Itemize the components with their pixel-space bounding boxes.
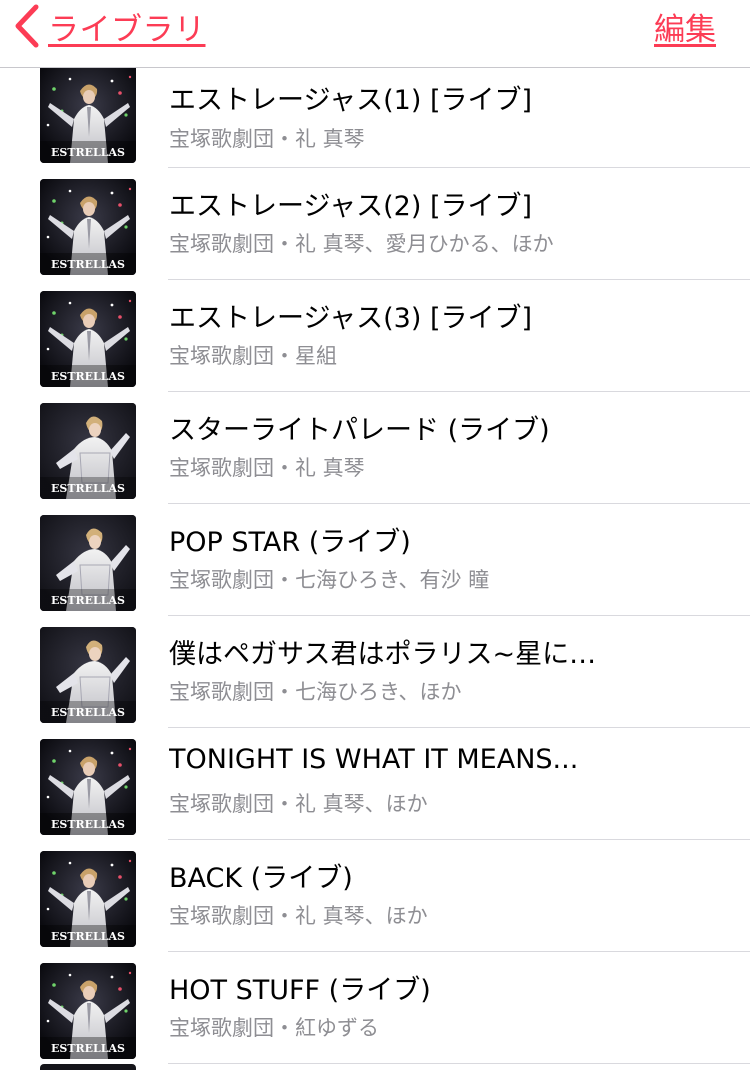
album-artwork: ESTRELLAS [40,963,136,1059]
artwork-logo: ESTRELLAS [51,930,125,943]
song-title: BACK (ライブ) [169,863,353,894]
artwork-logo: ESTRELLAS [51,818,125,831]
song-row[interactable]: ESTRELLAS TONIGHT IS WHAT IT MEANS... 宝塚… [0,728,750,840]
album-artwork: ESTRELLAS [40,627,136,723]
edit-button[interactable]: 編集 [654,0,716,52]
song-title: エストレージャス(3) [ライブ] [169,303,533,334]
album-artwork: ESTRELLAS [40,291,136,387]
album-artwork [40,1064,136,1070]
album-artwork: ESTRELLAS [40,179,136,275]
artwork-logo: ESTRELLAS [51,370,125,383]
song-row[interactable]: ESTRELLAS エストレージャス(1) [ライブ] 宝塚歌劇団・礼 真琴 [0,67,750,168]
song-row[interactable]: ESTRELLAS POP STAR (ライブ) 宝塚歌劇団・七海ひろき、有沙 … [0,504,750,616]
song-title: POP STAR (ライブ) [169,527,411,558]
album-artwork: ESTRELLAS [40,739,136,835]
album-artwork: ESTRELLAS [40,403,136,499]
artwork-logo: ESTRELLAS [51,1042,125,1055]
song-artist: 宝塚歌劇団・礼 真琴、ほか [169,792,428,816]
navigation-bar: ライブラリ 編集 [0,0,750,68]
song-title: エストレージャス(2) [ライブ] [169,191,533,222]
artwork-logo: ESTRELLAS [51,594,125,607]
album-artwork: ESTRELLAS [40,851,136,947]
song-title: スターライトパレード (ライブ) [169,415,550,446]
artwork-logo: ESTRELLAS [51,482,125,495]
song-title: 僕はペガサス君はポラリス~星に… [169,639,597,670]
chevron-left-icon [12,0,46,52]
song-row[interactable]: ESTRELLAS 僕はペガサス君はポラリス~星に… 宝塚歌劇団・七海ひろき、ほ… [0,616,750,728]
song-row[interactable]: ESTRELLAS スターライトパレード (ライブ) 宝塚歌劇団・礼 真琴 [0,392,750,504]
row-separator [168,1063,750,1064]
screen: ライブラリ 編集 ESTRELLAS エストレージャス(1) [ライブ] 宝塚歌… [0,0,750,1070]
song-title: HOT STUFF (ライブ) [169,975,431,1006]
back-label: ライブラリ [48,11,206,48]
song-row[interactable]: ESTRELLAS BACK (ライブ) 宝塚歌劇団・礼 真琴、ほか [0,840,750,952]
song-row[interactable]: ESTRELLAS エストレージャス(3) [ライブ] 宝塚歌劇団・星組 [0,280,750,392]
song-title: TONIGHT IS WHAT IT MEANS... [169,744,579,775]
artwork-logo: ESTRELLAS [51,258,125,271]
song-artist: 宝塚歌劇団・紅ゆずる [169,1016,379,1040]
artwork-logo: ESTRELLAS [51,706,125,719]
song-artist: 宝塚歌劇団・礼 真琴 [169,127,365,151]
song-row[interactable]: ESTRELLAS HOT STUFF (ライブ) 宝塚歌劇団・紅ゆずる [0,952,750,1064]
song-artist: 宝塚歌劇団・七海ひろき、有沙 瞳 [169,568,490,592]
song-title: エストレージャス(1) [ライブ] [169,85,533,116]
album-artwork: ESTRELLAS [40,67,136,163]
song-artist: 宝塚歌劇団・礼 真琴、ほか [169,904,428,928]
song-artist: 宝塚歌劇団・礼 真琴 [169,456,365,480]
song-list: ESTRELLAS エストレージャス(1) [ライブ] 宝塚歌劇団・礼 真琴 E… [0,67,750,1064]
song-artist: 宝塚歌劇団・七海ひろき、ほか [169,680,462,704]
song-row[interactable]: ESTRELLAS エストレージャス(2) [ライブ] 宝塚歌劇団・礼 真琴、愛… [0,168,750,280]
artwork-logo: ESTRELLAS [51,146,125,159]
song-artist: 宝塚歌劇団・礼 真琴、愛月ひかる、ほか [169,232,554,256]
album-artwork: ESTRELLAS [40,515,136,611]
back-button[interactable]: ライブラリ [12,0,206,52]
song-artist: 宝塚歌劇団・星組 [169,344,337,368]
